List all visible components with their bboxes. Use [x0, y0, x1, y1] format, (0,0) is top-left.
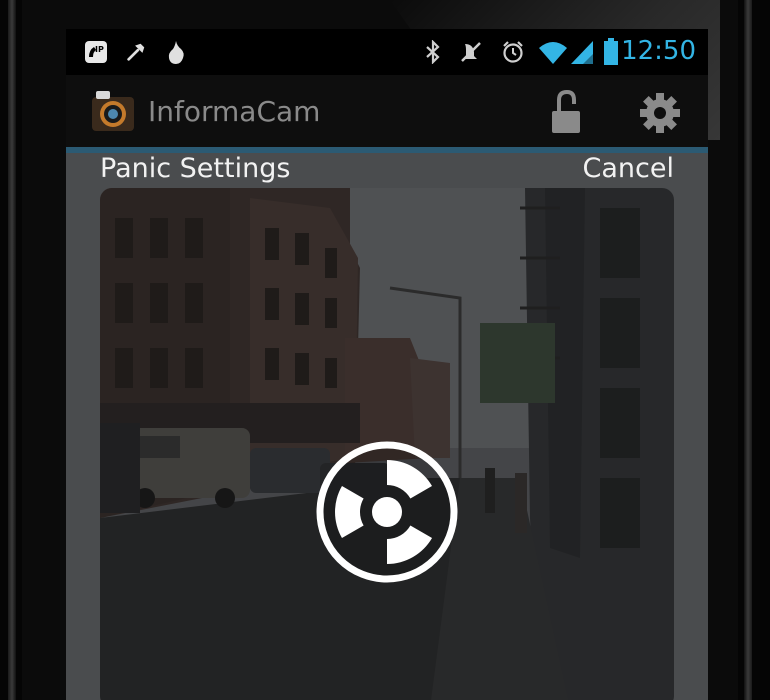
signal-icon [568, 39, 596, 65]
dialog-title: Panic Settings [100, 153, 291, 184]
device-edge-left [8, 0, 16, 700]
action-bar: InformaCam [66, 75, 708, 147]
ip-icon: IP [84, 39, 108, 65]
phone-device: IP 12:50 InformaCam Panic Settings Cance… [0, 0, 770, 700]
battery-icon [600, 38, 622, 65]
cancel-button[interactable]: Cancel [583, 153, 674, 184]
status-clock: 12:50 [621, 36, 696, 66]
mute-icon [458, 39, 484, 65]
fire-icon [164, 39, 188, 65]
panic-button[interactable] [314, 439, 460, 585]
gear-icon[interactable] [638, 91, 682, 135]
device-edge-right [744, 0, 752, 700]
radiation-icon [316, 441, 458, 583]
app-title: InformaCam [148, 95, 321, 128]
status-bar: IP 12:50 [66, 29, 708, 75]
bluetooth-icon [422, 39, 444, 65]
hammer-icon [124, 39, 148, 65]
alarm-icon [500, 39, 526, 65]
wifi-icon [536, 39, 570, 65]
camera-app-icon[interactable] [90, 89, 136, 135]
unlock-icon[interactable] [548, 89, 584, 135]
panic-dialog: Panic Settings Cancel [66, 153, 708, 700]
svg-text:IP: IP [95, 45, 104, 54]
phone-screen: IP 12:50 InformaCam Panic Settings Cance… [66, 29, 708, 700]
